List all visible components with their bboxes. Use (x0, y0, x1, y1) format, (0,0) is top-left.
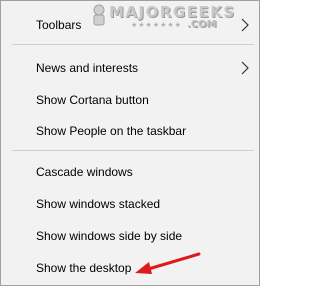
chevron-right-icon (241, 61, 249, 75)
menu-item-label: Cascade windows (36, 165, 133, 179)
menu-separator (12, 150, 254, 151)
menu-item-label: Show the desktop (36, 261, 132, 275)
menu-item-show-windows-stacked[interactable]: Show windows stacked (1, 189, 259, 219)
menu-item-cascade-windows[interactable]: Cascade windows (1, 157, 259, 187)
menu-item-news-and-interests[interactable]: News and interests (1, 53, 259, 83)
chevron-right-icon (241, 18, 249, 32)
menu-item-label: Toolbars (36, 18, 82, 32)
menu-separator (12, 44, 254, 45)
menu-item-show-cortana-button[interactable]: Show Cortana button (1, 85, 259, 115)
menu-item-label: Show windows stacked (36, 197, 161, 211)
menu-item-show-windows-side-by-side[interactable]: Show windows side by side (1, 221, 259, 251)
menu-item-show-people-on-taskbar[interactable]: Show People on the taskbar (1, 116, 259, 146)
menu-item-label: Show windows side by side (36, 229, 183, 243)
menu-item-label: Show People on the taskbar (36, 124, 187, 138)
menu-item-label: News and interests (36, 61, 139, 75)
menu-item-toolbars[interactable]: Toolbars (1, 10, 259, 40)
context-menu: MAJORGEEKS ★★★★★★★ .COM Toolbars News an… (0, 0, 260, 286)
menu-item-label: Show Cortana button (36, 93, 149, 107)
menu-item-show-the-desktop[interactable]: Show the desktop (1, 253, 259, 283)
red-arrow-icon (135, 252, 201, 274)
